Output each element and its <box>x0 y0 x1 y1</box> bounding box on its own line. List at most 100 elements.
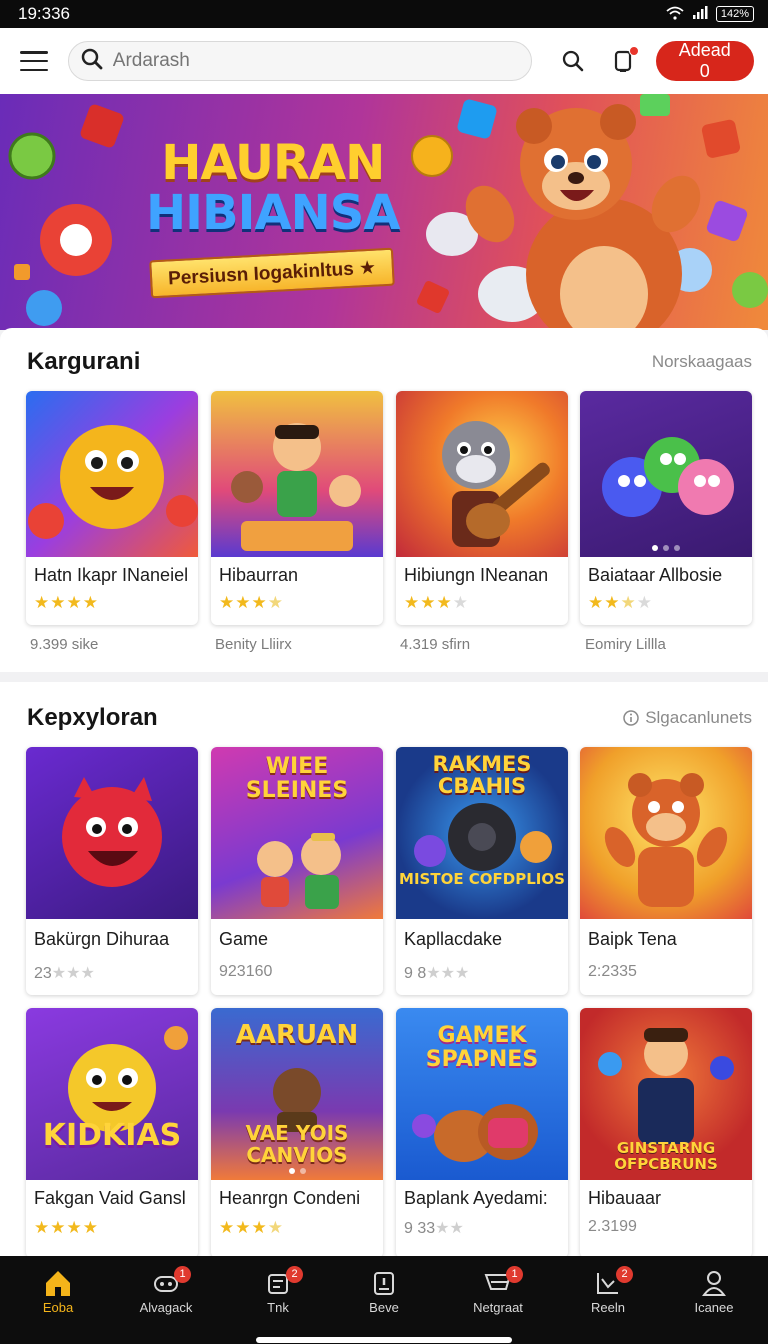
game-card[interactable]: Baipk Tena 2:2335 <box>580 747 752 995</box>
rating-stars: ★★★★ <box>34 593 99 612</box>
game-meta: 9 8★★★ <box>404 965 470 982</box>
notifications-button[interactable] <box>610 46 639 74</box>
search-input[interactable] <box>112 50 493 72</box>
status-time: 19:336 <box>18 4 70 23</box>
rating-stars: ★★★★ <box>404 593 469 612</box>
nav-badge: 1 <box>506 1266 523 1283</box>
home-indicator <box>256 1337 512 1343</box>
game-title: Hibauaar <box>588 1188 662 1208</box>
game-card[interactable]: GAMEK SPAPNES Baplank Ayedami: 9 33★★ <box>396 1008 568 1258</box>
wifi-icon <box>666 6 684 23</box>
top-bar: Adead 0 <box>0 28 768 94</box>
game-card[interactable]: AARUAN VAE YOIS CANVIOS Heanrgn Condeni … <box>211 1008 383 1258</box>
game-thumbnail: GAMEK SPAPNES <box>396 1008 568 1180</box>
game-title: Game <box>219 929 269 949</box>
section-title: Kepxyloran <box>27 704 158 731</box>
nav-label: Netgraat <box>473 1300 523 1315</box>
game-title: Hibiungn INeanan <box>404 565 549 585</box>
search-button[interactable] <box>560 48 586 74</box>
nav-label: Alvagack <box>139 1300 193 1315</box>
nav-item-icanee[interactable]: Icanee <box>664 1266 764 1315</box>
game-card[interactable]: Hibaurran ★★★★ <box>211 391 383 625</box>
bottom-navigation: Eoba 1 Alvagack 2 Tnk Beve 1 Netgraat 2 … <box>0 1256 768 1344</box>
game-card[interactable]: Baiataar Allbosie ★★★★ <box>580 391 752 625</box>
game-title: Hibaurran <box>219 565 299 585</box>
game-thumbnail: RAKMES CBAHIS MISTOE COFDPLIOS <box>396 747 568 919</box>
game-meta: Eomiry Lillla <box>585 636 666 653</box>
game-title: Baplank Ayedami: <box>404 1188 548 1208</box>
game-card[interactable]: Bakürgn Dihuraa 23★★★ <box>26 747 198 995</box>
thumbnail-title: GINSTARNG OFPCBRUNS <box>614 1139 718 1173</box>
game-thumbnail: AARUAN VAE YOIS CANVIOS <box>211 1008 383 1180</box>
nav-badge: 2 <box>286 1266 303 1283</box>
game-meta: 9.399 sike <box>30 636 99 653</box>
info-icon <box>623 710 639 726</box>
game-thumbnail: WIEE SLEINES <box>211 747 383 919</box>
game-title: Hatn Ikapr INaneiel <box>34 565 189 585</box>
nav-label: Reeln <box>591 1300 625 1315</box>
game-thumbnail: GINSTARNG OFPCBRUNS <box>580 1008 752 1180</box>
nav-label: Beve <box>369 1300 399 1315</box>
section-see-all-link[interactable]: Norskaagaas <box>652 352 752 372</box>
banner-title-line1: HAURAN <box>161 135 385 191</box>
game-title: Baiataar Allbosie <box>588 565 723 585</box>
hero-banner[interactable]: HAURAN HIBIANSA Persiusn Iogakinltus ★ <box>0 94 768 330</box>
game-card[interactable]: Hatn Ikapr INaneiel ★★★★ <box>26 391 198 625</box>
banner-title-line2: HIBIANSA <box>146 185 401 241</box>
game-thumbnail: KIDKIAS <box>26 1008 198 1180</box>
game-card[interactable]: Hibiungn INeanan ★★★★ <box>396 391 568 625</box>
nav-item-netgraat[interactable]: 1 Netgraat <box>448 1266 548 1315</box>
nav-item-alvagack[interactable]: 1 Alvagack <box>116 1266 216 1315</box>
game-card[interactable]: GINSTARNG OFPCBRUNS Hibauaar 2.3199 <box>580 1008 752 1258</box>
search-icon <box>562 50 584 72</box>
nav-item-beve[interactable]: Beve <box>334 1266 434 1315</box>
nav-badge: 2 <box>616 1266 633 1283</box>
game-meta: Benity Lliirx <box>215 636 292 653</box>
thumbnail-subtitle: MISTOE COFDPLIOS <box>399 870 565 888</box>
section-featured: Kargurani Norskaagaas Hatn Ikapr INaneie… <box>0 328 768 672</box>
rating-stars: ★★★★ <box>219 1218 284 1237</box>
status-bar: 19:336 142% <box>0 0 768 28</box>
game-thumbnail <box>580 747 752 919</box>
game-thumbnail <box>211 391 383 557</box>
game-thumbnail <box>396 391 568 557</box>
section-link-label: Slgacanlunets <box>645 708 752 727</box>
game-title: Baipk Tena <box>588 929 677 949</box>
game-meta: 2:2335 <box>588 963 637 980</box>
thumbnail-subtitle: VAE YOIS CANVIOS <box>245 1121 349 1167</box>
game-meta: 4.319 sfirn <box>400 636 471 653</box>
game-meta: 9 33★★ <box>404 1220 464 1237</box>
search-bar[interactable] <box>67 41 532 81</box>
game-thumbnail <box>580 391 752 557</box>
search-icon <box>81 48 103 75</box>
banner-title: HAURAN HIBIANSA <box>146 135 401 241</box>
game-title: Heanrgn Condeni <box>219 1188 361 1208</box>
game-meta: 23★★★ <box>34 965 95 982</box>
home-icon <box>46 1271 70 1296</box>
nav-item-home[interactable]: Eoba <box>8 1266 108 1315</box>
game-card[interactable]: KIDKIAS Fakgan Vaid Gansl ★★★★ <box>26 1008 198 1258</box>
carousel-dots <box>211 1168 383 1174</box>
nav-label: Eoba <box>42 1300 74 1315</box>
section-explore: Kepxyloran Slgacanlunets Bakürgn Dihuraa… <box>0 682 768 1258</box>
nav-item-reeln[interactable]: 2 Reeln <box>558 1266 658 1315</box>
game-title: Fakgan Vaid Gansl <box>34 1188 186 1208</box>
menu-icon[interactable] <box>20 51 48 71</box>
nav-label: Tnk <box>267 1300 289 1315</box>
rating-stars: ★★★★ <box>219 593 284 612</box>
bookmark-icon <box>374 1272 394 1295</box>
carousel-dots <box>580 545 752 551</box>
profile-icon <box>702 1271 726 1296</box>
game-card[interactable]: WIEE SLEINES Game 923160 <box>211 747 383 995</box>
nav-item-tnk[interactable]: 2 Tnk <box>228 1266 328 1315</box>
game-meta: 923160 <box>219 963 273 980</box>
section-title: Kargurani <box>27 348 141 375</box>
add-button[interactable]: Adead 0 <box>655 40 754 81</box>
game-meta: 2.3199 <box>588 1218 637 1235</box>
game-card[interactable]: RAKMES CBAHIS MISTOE COFDPLIOS Kapllacda… <box>396 747 568 995</box>
section-link[interactable]: Slgacanlunets <box>623 708 752 728</box>
rating-stars: ★★★★ <box>588 593 653 612</box>
game-title: Bakürgn Dihuraa <box>34 929 170 949</box>
status-icons: 142% <box>666 5 754 23</box>
nav-badge: 1 <box>174 1266 191 1283</box>
